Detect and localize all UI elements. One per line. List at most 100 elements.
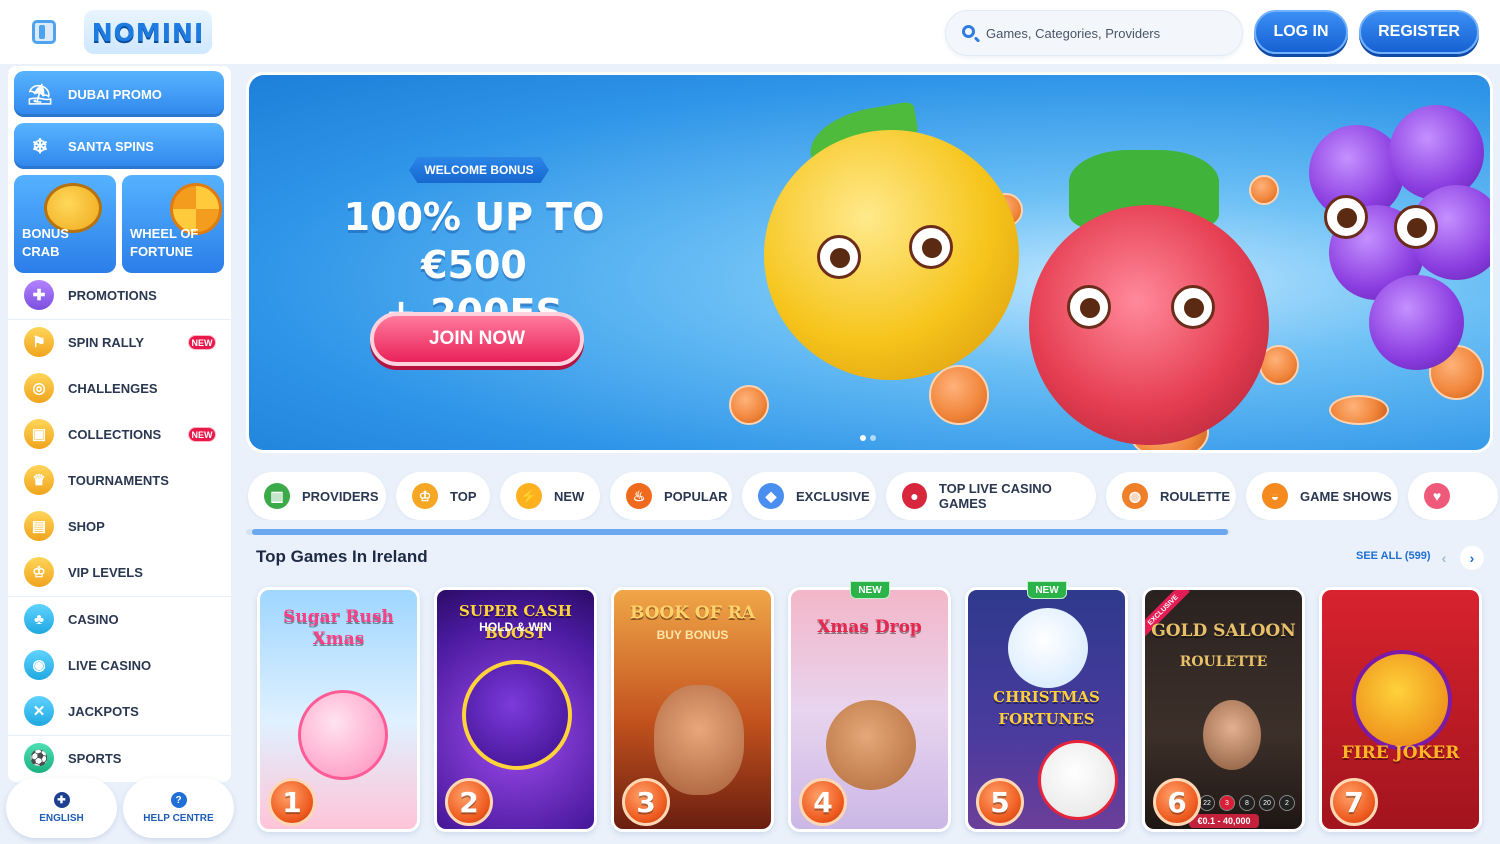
- sidebar-item-vip-levels[interactable]: ♔ VIP LEVELS: [8, 549, 231, 595]
- rank-badge: 3: [622, 778, 670, 826]
- game-subtitle: HOLD & WIN: [479, 620, 552, 634]
- rank-badge: 2: [445, 778, 493, 826]
- sidebar-tile-label: BONUS CRAB: [22, 226, 69, 259]
- login-button[interactable]: LOG IN: [1254, 10, 1348, 54]
- diamond-icon: ◆: [758, 483, 784, 509]
- game-title: GOLD SALOON: [1151, 621, 1296, 641]
- section-title: Top Games In Ireland: [256, 547, 428, 566]
- chips-icon: ●: [902, 483, 927, 509]
- game-card[interactable]: BOOK OF RA BUY BONUS 3: [611, 587, 774, 832]
- grape-eye-art: [1324, 195, 1368, 239]
- live-icon: ◉: [24, 650, 54, 680]
- category-label: ROULETTE: [1160, 488, 1231, 504]
- search-input[interactable]: [986, 21, 1226, 45]
- game-title: Sugar Rush Xmas: [283, 607, 394, 649]
- category-game-shows[interactable]: ◒ GAME SHOWS: [1246, 472, 1398, 520]
- game-card[interactable]: SUPER CASH BOOST HOLD & WIN 2: [434, 587, 597, 832]
- sidebar-promo-dubai[interactable]: ⛱ DUBAI PROMO: [14, 71, 224, 117]
- search-bar[interactable]: [945, 10, 1243, 56]
- sidebar-item-casino[interactable]: ♣ CASINO: [8, 596, 231, 642]
- category-top[interactable]: ♔ TOP: [396, 472, 490, 520]
- chevron-left-icon[interactable]: ‹: [1432, 546, 1456, 570]
- shop-icon: ▤: [24, 511, 54, 541]
- fire-icon: ♨: [626, 483, 652, 509]
- site-logo[interactable]: NOMINI: [84, 10, 212, 54]
- snowflake-icon: ❄: [31, 135, 49, 158]
- sidebar-item-label: LIVE CASINO: [68, 657, 152, 673]
- category-label: GAME SHOWS: [1300, 488, 1392, 504]
- new-badge: NEW: [188, 427, 216, 442]
- see-all-link[interactable]: SEE ALL (599): [1356, 550, 1431, 562]
- language-label: ENGLISH: [39, 813, 84, 824]
- game-card[interactable]: CHRISTMAS FORTUNES 5: [965, 587, 1128, 832]
- sidebar-item-shop[interactable]: ▤ SHOP: [8, 503, 231, 549]
- sidebar-item-jackpots[interactable]: ✕ JACKPOTS: [8, 688, 231, 734]
- game-card[interactable]: EXCLUSIVE GOLD SALOON ROULETTE 22 3 8 20…: [1142, 587, 1305, 832]
- target-icon: ◎: [24, 373, 54, 403]
- category-new[interactable]: ⚡ NEW: [500, 472, 600, 520]
- coin-decoration: [1329, 395, 1389, 425]
- carousel-dot[interactable]: [860, 435, 866, 441]
- join-now-button[interactable]: JOIN NOW: [370, 312, 584, 366]
- sidebar-item-challenges[interactable]: ◎ CHALLENGES: [8, 365, 231, 411]
- sidebar-item-label: CHALLENGES: [68, 380, 158, 396]
- sidebar-tile-bonus-crab[interactable]: BONUS CRAB: [14, 175, 116, 273]
- headline-line: 100% UP TO €500: [343, 195, 605, 287]
- sidebar-promo-label: DUBAI PROMO: [68, 86, 162, 102]
- game-card[interactable]: Sugar Rush Xmas 1: [257, 587, 420, 832]
- sidebar: ⛱ DUBAI PROMO ❄ SANTA SPINS BONUS CRAB W…: [8, 66, 231, 782]
- promo-banner[interactable]: WELCOME BONUS 100% UP TO €500 + 200FS JO…: [246, 72, 1493, 453]
- result-chip: 3: [1219, 795, 1235, 811]
- help-icon: ?: [170, 792, 187, 808]
- sidebar-item-sports[interactable]: ⚽ SPORTS: [8, 735, 231, 781]
- game-card[interactable]: FIRE JOKER 7: [1319, 587, 1482, 832]
- rank-badge: 7: [1330, 778, 1378, 826]
- scrollbar-thumb[interactable]: [252, 529, 1228, 535]
- sidebar-item-label: PROMOTIONS: [68, 287, 157, 303]
- category-label: NEW: [554, 488, 585, 504]
- language-selector[interactable]: ✚ ENGLISH: [6, 778, 117, 838]
- carousel-dot[interactable]: [870, 435, 876, 441]
- new-badge: NEW: [1027, 581, 1067, 599]
- lightning-art: [462, 660, 572, 770]
- game-subtitle: BUY BONUS: [656, 628, 729, 642]
- sidebar-item-collections[interactable]: ▣ COLLECTIONS NEW: [8, 411, 231, 457]
- sidebar-item-spin-rally[interactable]: ⚑ SPIN RALLY NEW: [8, 319, 231, 365]
- new-badge: NEW: [850, 581, 890, 599]
- category-providers[interactable]: ▥ PROVIDERS: [248, 472, 386, 520]
- help-centre-button[interactable]: ? HELP CENTRE: [123, 778, 234, 838]
- category-roulette[interactable]: ◍ ROULETTE: [1106, 472, 1236, 520]
- sidebar-item-label: TOURNAMENTS: [68, 472, 169, 488]
- roulette-icon: ◍: [1122, 483, 1148, 509]
- sidebar-item-label: SHOP: [68, 518, 105, 534]
- game-card[interactable]: Xmas Drop 4: [788, 587, 951, 832]
- category-more[interactable]: ♥: [1408, 472, 1498, 520]
- chevron-right-icon[interactable]: ›: [1460, 546, 1484, 570]
- sidebar-toggle-icon[interactable]: [32, 20, 56, 44]
- sidebar-item-tournaments[interactable]: ♛ TOURNAMENTS: [8, 457, 231, 503]
- category-top-live-casino[interactable]: ● TOP LIVE CASINO GAMES: [886, 472, 1096, 520]
- sidebar-item-label: SPORTS: [68, 750, 122, 766]
- category-scrollbar[interactable]: [246, 529, 1230, 535]
- sidebar-promo-label: SANTA SPINS: [68, 138, 154, 154]
- result-chip: 22: [1199, 795, 1215, 811]
- explorer-art: [654, 685, 744, 795]
- category-popular[interactable]: ♨ POPULAR: [610, 472, 732, 520]
- top-header: NOMINI LOG IN REGISTER: [0, 0, 1500, 64]
- coin-decoration: [729, 385, 769, 425]
- santa-art: [1038, 740, 1118, 820]
- sidebar-promo-santa-spins[interactable]: ❄ SANTA SPINS: [14, 123, 224, 169]
- category-label: TOP: [450, 488, 477, 504]
- palm-tower-icon: ⛱: [27, 83, 53, 106]
- sidebar-item-label: COLLECTIONS: [68, 426, 162, 442]
- sidebar-tile-wheel-of-fortune[interactable]: WHEEL OF FORTUNE: [122, 175, 224, 273]
- rank-badge: 4: [799, 778, 847, 826]
- coin-decoration: [929, 365, 989, 425]
- search-icon: [962, 25, 975, 38]
- game-title: CHRISTMAS FORTUNES: [993, 688, 1100, 728]
- sidebar-item-promotions[interactable]: ✚ PROMOTIONS: [8, 272, 231, 318]
- rank-badge: 6: [1153, 778, 1201, 826]
- sidebar-item-live-casino[interactable]: ◉ LIVE CASINO: [8, 642, 231, 688]
- category-exclusive[interactable]: ◆ EXCLUSIVE: [742, 472, 876, 520]
- register-button[interactable]: REGISTER: [1359, 10, 1479, 54]
